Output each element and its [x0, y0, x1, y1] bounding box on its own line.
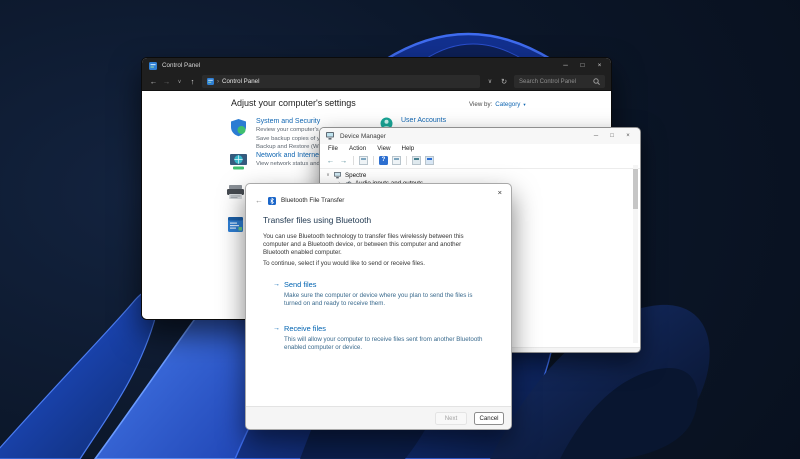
up-icon[interactable]: ↑	[187, 77, 198, 86]
category-title-system-security[interactable]: System and Security	[256, 118, 384, 125]
receive-files-arrow-icon: →	[273, 325, 280, 332]
recent-pages-icon[interactable]: ∨	[174, 79, 185, 85]
desktop: Control Panel ─ □ × ← → ∨ ↑ › Control Pa…	[0, 0, 800, 459]
scrollbar[interactable]	[633, 165, 638, 343]
view-by-caret-icon[interactable]: ▾	[523, 102, 525, 108]
back-icon[interactable]: ←	[255, 196, 263, 205]
device-manager-app-icon	[326, 132, 335, 140]
menu-help[interactable]: Help	[402, 145, 415, 152]
window-title: Control Panel	[162, 62, 552, 69]
receive-files-option[interactable]: → Receive files This will allow your com…	[273, 324, 484, 352]
device-manager-menubar: File Action View Help	[320, 144, 640, 154]
hardware-sound-icon	[226, 184, 245, 200]
bluetooth-icon	[268, 197, 276, 205]
wizard-heading: Transfer files using Bluetooth	[263, 215, 371, 225]
control-panel-titlebar: Control Panel ─ □ ×	[142, 58, 611, 73]
search-placeholder: Search Control Panel	[519, 79, 576, 85]
toolbar-back-icon[interactable]: ←	[326, 156, 335, 165]
tree-row-computer[interactable]: ∨ Spectre	[325, 172, 640, 180]
search-icon	[593, 78, 600, 85]
tree-label-computer[interactable]: Spectre	[345, 172, 366, 179]
send-files-link[interactable]: Send files	[284, 280, 316, 289]
close-icon[interactable]: ×	[620, 128, 636, 144]
control-panel-app-icon	[149, 62, 157, 70]
menu-file[interactable]: File	[328, 145, 338, 152]
maximize-icon[interactable]: □	[604, 128, 620, 144]
expander-expanded-icon[interactable]: ∨	[325, 173, 331, 178]
device-manager-toolbar: ← → ?	[320, 154, 640, 169]
close-icon[interactable]: ×	[591, 58, 608, 73]
view-by-label: View by:	[469, 101, 492, 108]
toolbar-scan-icon[interactable]	[412, 156, 421, 165]
address-dropdown-icon[interactable]: ∨	[484, 78, 496, 85]
bluetooth-file-transfer-dialog: × ← Bluetooth File Transfer Transfer fil…	[245, 183, 512, 430]
forward-icon[interactable]: →	[161, 77, 172, 86]
page-title: Adjust your computer's settings	[231, 98, 356, 108]
maximize-icon[interactable]: □	[574, 58, 591, 73]
menu-action[interactable]: Action	[349, 145, 366, 152]
cancel-button[interactable]: Cancel	[474, 412, 504, 425]
toolbar-list-icon[interactable]	[359, 156, 368, 165]
toolbar-help-icon[interactable]: ?	[379, 156, 388, 165]
computer-icon	[334, 172, 342, 179]
control-panel-addressbar: ← → ∨ ↑ › Control Panel ∨ ↻ Search Contr…	[142, 73, 611, 91]
wizard-prompt-text: To continue, select if you would like to…	[263, 260, 425, 267]
back-icon[interactable]: ←	[148, 77, 159, 86]
view-by-value[interactable]: Category	[495, 101, 520, 108]
toolbar-monitor-icon[interactable]	[425, 156, 434, 165]
programs-icon	[227, 216, 244, 233]
breadcrumb[interactable]: › Control Panel	[202, 75, 480, 88]
receive-files-link[interactable]: Receive files	[284, 324, 326, 333]
system-security-icon	[229, 118, 248, 137]
dialog-title: Bluetooth File Transfer	[281, 197, 344, 204]
menu-view[interactable]: View	[377, 145, 390, 152]
wizard-intro-text: You can use Bluetooth technology to tran…	[263, 233, 485, 258]
refresh-icon[interactable]: ↻	[498, 77, 510, 86]
send-files-arrow-icon: →	[273, 281, 280, 288]
receive-files-description: This will allow your computer to receive…	[284, 336, 484, 352]
next-button[interactable]: Next	[435, 412, 467, 425]
breadcrumb-separator: ›	[217, 79, 219, 85]
device-manager-titlebar: Device Manager ─ □ ×	[320, 128, 640, 144]
breadcrumb-text[interactable]: Control Panel	[222, 78, 260, 85]
scrollbar-thumb[interactable]	[633, 169, 638, 209]
search-input[interactable]: Search Control Panel	[514, 75, 605, 88]
dialog-footer: Next Cancel	[246, 406, 511, 429]
minimize-icon[interactable]: ─	[588, 128, 604, 144]
network-internet-icon	[229, 152, 248, 171]
category-title-user-accounts[interactable]: User Accounts	[401, 117, 446, 124]
toolbar-properties-icon[interactable]	[392, 156, 401, 165]
close-icon[interactable]: ×	[498, 188, 502, 197]
minimize-icon[interactable]: ─	[557, 58, 574, 73]
send-files-description: Make sure the computer or device where y…	[284, 292, 484, 308]
window-title: Device Manager	[340, 133, 583, 140]
send-files-option[interactable]: → Send files Make sure the computer or d…	[273, 280, 484, 308]
toolbar-forward-icon[interactable]: →	[339, 156, 348, 165]
breadcrumb-location-icon	[207, 78, 214, 85]
